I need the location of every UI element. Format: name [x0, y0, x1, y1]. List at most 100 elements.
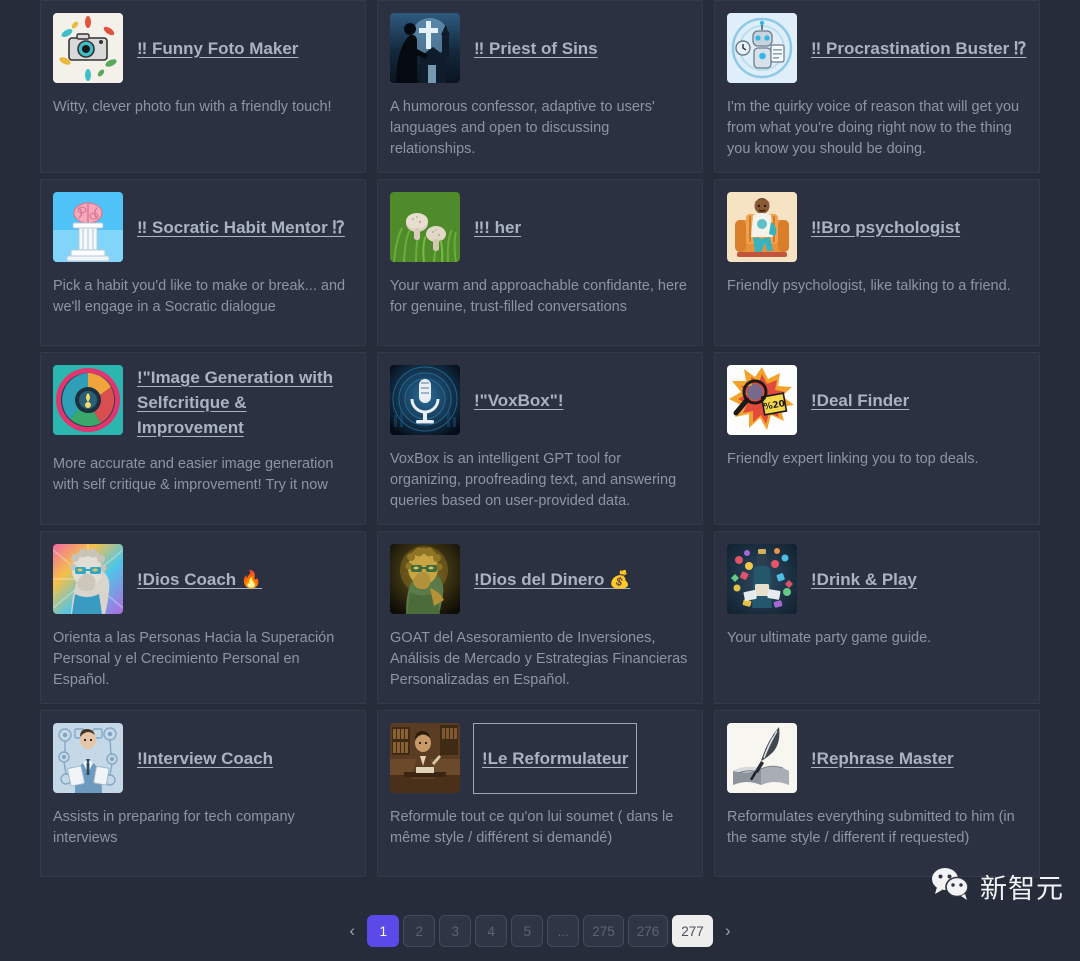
gpt-card-description: Your ultimate party game guide.: [727, 630, 932, 646]
pagination-page-button[interactable]: 3: [439, 915, 472, 947]
priest-cross-church-thumbnail[interactable]: [390, 13, 460, 83]
businessman-tech-icons-thumbnail[interactable]: [53, 723, 123, 793]
gpt-card-description: Friendly expert linking you to top deals…: [727, 451, 979, 467]
gpt-card-header: !"VoxBox"!: [390, 365, 690, 435]
gpt-card-grid: ‼ Funny Foto Maker Witty, clever photo fu…: [40, 0, 1040, 877]
gpt-card[interactable]: !Le Reformulateur Reformule tout ce qu'on…: [377, 710, 703, 877]
gpt-card-title-wrap: ‼ Funny Foto Maker: [133, 13, 353, 83]
gpt-card-description: Your warm and approachable confidante, h…: [390, 278, 687, 315]
colorful-circular-camera-thumbnail[interactable]: [53, 365, 123, 435]
pagination-page-button[interactable]: 1: [367, 915, 400, 947]
watermark-text: 新智元: [980, 874, 1064, 905]
microphone-blue-thumbnail[interactable]: [390, 365, 460, 435]
gpt-card[interactable]: ‼ Priest of Sins A humorous confessor, ad…: [377, 0, 703, 173]
gpt-card[interactable]: !"Image Generation with Selfcritique & I…: [40, 352, 366, 525]
gpt-card-title-link[interactable]: !Le Reformulateur: [472, 722, 638, 794]
gpt-card-header: !"Image Generation with Selfcritique & I…: [53, 365, 353, 440]
gpt-card-title-link[interactable]: !Deal Finder: [811, 388, 909, 413]
gpt-card[interactable]: ‼ Funny Foto Maker Witty, clever photo fu…: [40, 0, 366, 173]
gpt-card-title-wrap: !Dios Coach 🔥: [133, 544, 353, 614]
gpt-card-title-wrap: !Rephrase Master: [807, 723, 1027, 793]
pagination-page-button[interactable]: 5: [511, 915, 544, 947]
gpt-card[interactable]: !Rephrase Master Reformulates everything …: [714, 710, 1040, 877]
camera-confetti-thumbnail[interactable]: [53, 13, 123, 83]
gpt-card-title-link[interactable]: !Dios Coach 🔥: [137, 567, 262, 592]
pagination-page-button[interactable]: 276: [627, 915, 669, 947]
gpt-card-header: !Interview Coach: [53, 723, 353, 793]
gpt-card-header: ‼Bro psychologist: [727, 192, 1027, 262]
gpt-card-header: ‼ Procrastination Buster ⁉: [727, 13, 1027, 83]
pagination-page-button[interactable]: ...: [547, 915, 580, 947]
watermark: 新智元: [931, 867, 1064, 906]
gpt-card-header: !Rephrase Master: [727, 723, 1027, 793]
gpt-card-title-link[interactable]: !Dios del Dinero 💰: [474, 567, 630, 592]
pagination-prev-arrow[interactable]: ‹: [341, 915, 363, 947]
gpt-card-title-wrap: !Drink & Play: [807, 544, 1027, 614]
greek-statue-rainbow-thumbnail[interactable]: [53, 544, 123, 614]
brain-on-pillar-thumbnail[interactable]: [53, 192, 123, 262]
gpt-card-header: ‼ Socratic Habit Mentor ⁉: [53, 192, 353, 262]
gpt-card[interactable]: !Drink & Play Your ultimate party game gu…: [714, 531, 1040, 704]
gpt-card[interactable]: ‼ Socratic Habit Mentor ⁉ Pick a habit yo…: [40, 179, 366, 346]
gpt-card-description: Orienta a las Personas Hacia la Superaci…: [53, 630, 335, 688]
pagination-page-button[interactable]: 4: [475, 915, 508, 947]
gpt-card-title-link[interactable]: ‼ Priest of Sins: [474, 36, 598, 61]
gpt-card[interactable]: ‼ Procrastination Buster ⁉ I'm the quirky…: [714, 0, 1040, 173]
wechat-logo-icon: [931, 867, 971, 906]
gpt-card-title-link[interactable]: !Interview Coach: [137, 746, 273, 771]
gpt-card-title-wrap: !Dios del Dinero 💰: [470, 544, 690, 614]
gpt-card[interactable]: ‼Bro psychologist Friendly psychologist, …: [714, 179, 1040, 346]
man-in-armchair-thumbnail[interactable]: [727, 192, 797, 262]
sepia-writer-at-desk-thumbnail[interactable]: [390, 723, 460, 793]
gpt-card-title-link[interactable]: !"Image Generation with Selfcritique & I…: [137, 365, 353, 440]
pagination-page-button[interactable]: 275: [583, 915, 624, 947]
gold-statue-money-thumbnail[interactable]: [390, 544, 460, 614]
gpt-card-title-link[interactable]: !"VoxBox"!: [474, 388, 563, 413]
quill-and-book-thumbnail[interactable]: [727, 723, 797, 793]
gpt-card-title-wrap: ‼! her: [470, 192, 690, 262]
party-bottle-confetti-thumbnail[interactable]: [727, 544, 797, 614]
pagination-page-button[interactable]: 277: [672, 915, 713, 947]
gpt-card-title-link[interactable]: ‼ Socratic Habit Mentor ⁉: [137, 215, 345, 240]
gpt-card-title-link[interactable]: !Drink & Play: [811, 567, 917, 592]
gpt-card-header: ‼ Priest of Sins: [390, 13, 690, 83]
gpt-card-header: %20 !Deal Finder: [727, 365, 1027, 435]
gpt-card-header: !Drink & Play: [727, 544, 1027, 614]
gpt-card-description: Assists in preparing for tech company in…: [53, 809, 295, 846]
gpt-card-header: !Dios del Dinero 💰: [390, 544, 690, 614]
pagination[interactable]: ‹ 1 2 3 4 5... 275 276 277 ›: [0, 915, 1080, 947]
gpt-card-title-wrap: ‼Bro psychologist: [807, 192, 1027, 262]
gpt-card-description: Friendly psychologist, like talking to a…: [727, 278, 1011, 294]
gpt-card[interactable]: !Interview Coach Assists in preparing for…: [40, 710, 366, 877]
mushrooms-in-grass-thumbnail[interactable]: [390, 192, 460, 262]
gpt-card-title-wrap: ‼ Procrastination Buster ⁉: [807, 13, 1027, 83]
gpt-card-title-wrap: !"VoxBox"!: [470, 365, 690, 435]
gpt-card-title-link[interactable]: ‼! her: [474, 215, 521, 240]
gpt-card-title-wrap: !"Image Generation with Selfcritique & I…: [133, 365, 353, 440]
gpt-card-title-link[interactable]: ‼ Procrastination Buster ⁉: [811, 36, 1026, 61]
gpt-card[interactable]: !"VoxBox"! VoxBox is an intelligent GPT t…: [377, 352, 703, 525]
gpt-card-header: !Le Reformulateur: [390, 722, 690, 794]
gpt-card-description: GOAT del Asesoramiento de Inversiones, A…: [390, 630, 688, 688]
gpt-card-title-wrap: !Deal Finder: [807, 365, 1027, 435]
gpt-card-description: I'm the quirky voice of reason that will…: [727, 99, 1020, 157]
gpt-card-title-link[interactable]: ‼ Funny Foto Maker: [137, 36, 298, 61]
pagination-next-arrow[interactable]: ›: [717, 915, 739, 947]
gpt-card-title-wrap: ‼ Priest of Sins: [470, 13, 690, 83]
gpt-card[interactable]: %20 !Deal Finder Friendly expert linking …: [714, 352, 1040, 525]
gpt-card-title-wrap: !Le Reformulateur: [470, 722, 690, 794]
gpt-card-title-link[interactable]: !Rephrase Master: [811, 746, 954, 771]
gpt-store-listing-page: ‼ Funny Foto Maker Witty, clever photo fu…: [0, 0, 1080, 961]
pagination-page-button[interactable]: 2: [403, 915, 436, 947]
gpt-card-title-wrap: !Interview Coach: [133, 723, 353, 793]
gpt-card-header: !Dios Coach 🔥: [53, 544, 353, 614]
gpt-card[interactable]: ‼! her Your warm and approachable confida…: [377, 179, 703, 346]
robot-clock-checklist-thumbnail[interactable]: [727, 13, 797, 83]
gpt-card-description: VoxBox is an intelligent GPT tool for or…: [390, 451, 677, 509]
gpt-card[interactable]: !Dios Coach 🔥 Orienta a las Personas Haci…: [40, 531, 366, 704]
gpt-card-header: ‼ Funny Foto Maker: [53, 13, 353, 83]
gpt-card-title-link[interactable]: ‼Bro psychologist: [811, 215, 960, 240]
gpt-card[interactable]: !Dios del Dinero 💰 GOAT del Asesoramiento…: [377, 531, 703, 704]
gpt-card-description: Reformulates everything submitted to him…: [727, 809, 1015, 846]
magnifier-starburst-tag-thumbnail[interactable]: %20: [727, 365, 797, 435]
